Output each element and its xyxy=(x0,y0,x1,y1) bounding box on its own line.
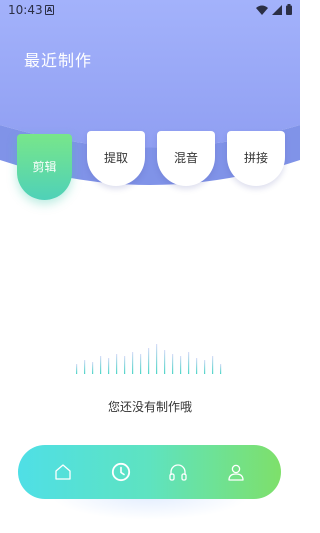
wifi-icon xyxy=(256,5,268,15)
user-icon xyxy=(228,464,244,481)
tab-cut[interactable]: 剪辑 xyxy=(17,134,72,200)
status-time: 10:43 xyxy=(8,3,43,17)
page-title: 最近制作 xyxy=(24,51,93,70)
bottom-nav xyxy=(18,445,281,499)
status-icons xyxy=(256,4,292,15)
tab-label: 拼接 xyxy=(243,151,268,165)
empty-state-message: 您还没有制作哦 xyxy=(107,400,192,414)
tab-label: 提取 xyxy=(103,151,128,165)
tab-label: 剪辑 xyxy=(32,159,57,174)
nav-profile[interactable] xyxy=(225,461,247,483)
headphones-icon xyxy=(169,464,188,481)
tab-label: 混音 xyxy=(173,151,198,165)
nav-audio[interactable] xyxy=(167,461,189,483)
home-icon xyxy=(55,464,71,480)
status-bar: 10:43 A xyxy=(0,0,300,22)
a-icon: A xyxy=(45,5,54,15)
nav-recent[interactable] xyxy=(110,461,132,483)
signal-icon xyxy=(272,4,282,15)
battery-icon xyxy=(286,4,292,15)
clock-icon xyxy=(111,462,130,482)
nav-home[interactable] xyxy=(52,461,74,483)
waveform-icon xyxy=(76,344,222,374)
